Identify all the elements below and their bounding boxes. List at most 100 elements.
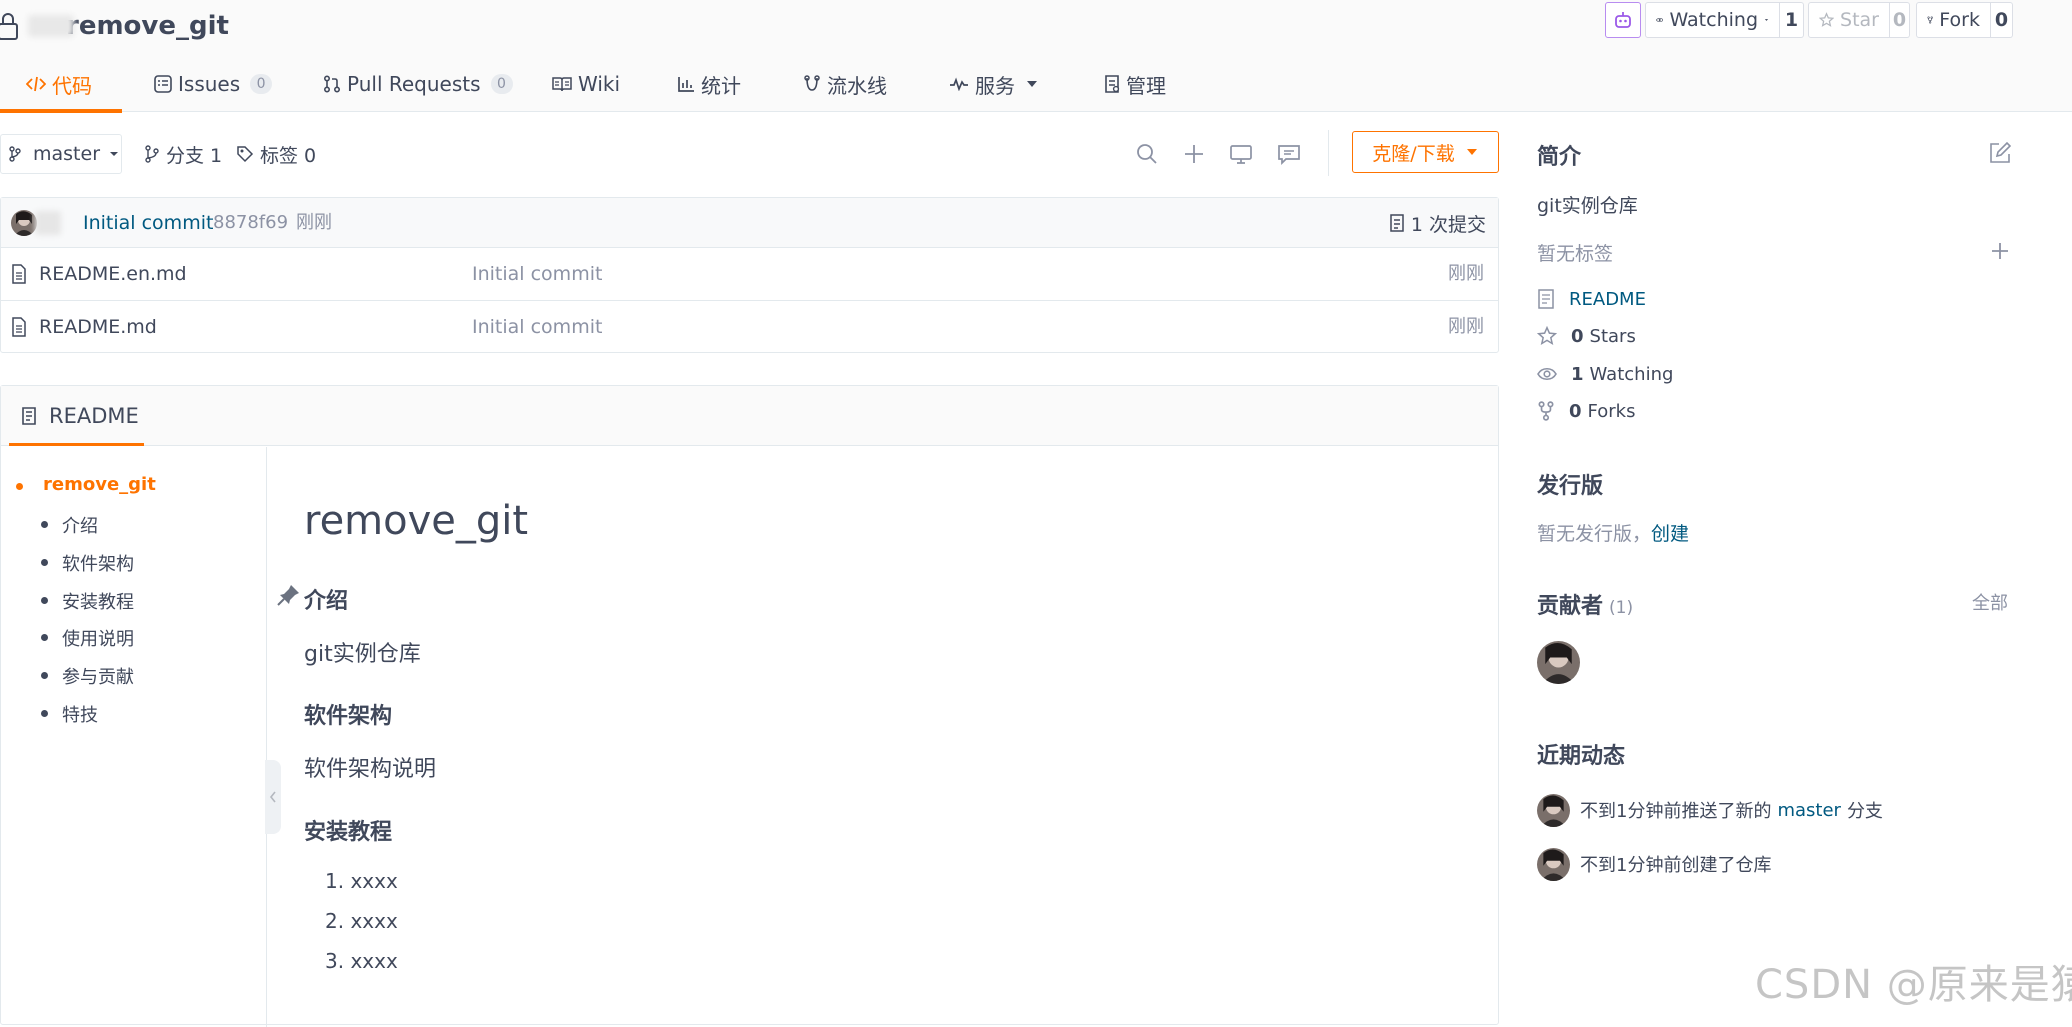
comment-icon[interactable] xyxy=(1276,141,1302,167)
chevron-down-icon xyxy=(1764,19,1769,21)
file-row[interactable]: README.md Initial commit 刚刚 xyxy=(1,300,1498,352)
sidebar-stars[interactable]: 0 Stars xyxy=(1537,321,1636,351)
toc-item-architecture[interactable]: 软件架构 xyxy=(62,550,134,576)
readme-header: README xyxy=(1,386,1498,446)
recent-activity-title: 近期动态 xyxy=(1537,744,1626,769)
anchor-pin-icon[interactable] xyxy=(277,584,301,606)
tab-issues[interactable]: Issues 0 xyxy=(154,56,273,112)
contributor-avatar[interactable] xyxy=(1537,641,1580,684)
commit-hash[interactable]: 8878f69 xyxy=(213,198,288,248)
tab-pipeline[interactable]: 流水线 xyxy=(803,56,887,112)
tab-pipeline-label: 流水线 xyxy=(827,73,887,98)
toc-item-remove-git[interactable]: remove_git xyxy=(43,474,156,495)
file-row[interactable]: README.en.md Initial commit 刚刚 xyxy=(1,248,1498,300)
pipeline-icon xyxy=(804,75,820,91)
tab-manage-label: 管理 xyxy=(1126,73,1166,98)
toc-bullet xyxy=(16,483,23,490)
tags-label: 标签 0 xyxy=(260,144,317,167)
repo-name[interactable]: remove_git xyxy=(66,11,229,41)
star-button[interactable]: Star xyxy=(1808,2,1890,38)
branches-link[interactable]: 分支 1 xyxy=(144,134,222,174)
chevron-down-icon xyxy=(110,152,119,156)
stars-label: Stars xyxy=(1589,325,1636,347)
repo-header: remove_git Watching 1 Star 0 Fork 0 代码 I… xyxy=(0,0,2072,113)
tab-code[interactable]: 代码 xyxy=(26,56,92,112)
file-name-link[interactable]: README.en.md xyxy=(39,248,187,300)
readme-tab[interactable]: README xyxy=(9,386,144,446)
avatar[interactable] xyxy=(1537,793,1570,827)
gitee-bot-button[interactable] xyxy=(1605,2,1641,38)
toc-item-usage[interactable]: 使用说明 xyxy=(62,625,134,651)
activity-item: 不到1分钟前创建了仓库 xyxy=(1537,847,1771,881)
readme-link-label: README xyxy=(1569,288,1646,310)
web-ide-icon[interactable] xyxy=(1228,141,1254,167)
commit-count-link[interactable]: 1 次提交 xyxy=(1389,198,1486,248)
readme-heading-intro: 介绍 xyxy=(304,589,349,614)
sidebar-watching[interactable]: 1 Watching xyxy=(1537,359,1673,389)
tab-stats[interactable]: 统计 xyxy=(677,56,741,112)
branch-select[interactable]: master xyxy=(0,134,122,174)
eye-icon xyxy=(1656,17,1664,23)
edit-icon[interactable] xyxy=(1989,142,2011,164)
tab-manage[interactable]: 管理 xyxy=(1104,56,1166,112)
tab-pull-requests[interactable]: Pull Requests 0 xyxy=(323,56,513,112)
add-file-icon[interactable] xyxy=(1181,141,1207,167)
tag-icon xyxy=(237,146,254,163)
readme-title: remove_git xyxy=(304,498,529,544)
eye-icon xyxy=(1537,367,1557,381)
author-name-blurred xyxy=(35,211,61,235)
toc-item-contribute[interactable]: 参与贡献 xyxy=(62,663,134,689)
watching-count: 1 xyxy=(1571,363,1584,385)
star-action: Star 0 xyxy=(1808,2,1910,38)
readme-install-step: 1. xxxx xyxy=(325,869,398,893)
current-branch: master xyxy=(33,143,101,165)
toc-bullet xyxy=(41,710,48,717)
activity-branch-link[interactable]: master xyxy=(1777,800,1840,821)
toc-collapse-handle[interactable] xyxy=(265,760,281,834)
fork-count[interactable]: 0 xyxy=(1991,2,2013,38)
issues-count-badge: 0 xyxy=(250,74,273,94)
toc-item-features[interactable]: 特技 xyxy=(62,701,98,727)
watch-button[interactable]: Watching xyxy=(1645,2,1780,38)
watch-count[interactable]: 1 xyxy=(1780,2,1804,38)
toc-item-install[interactable]: 安装教程 xyxy=(62,588,134,614)
sidebar-forks[interactable]: 0 Forks xyxy=(1537,396,1635,426)
readme-architecture-text: 软件架构说明 xyxy=(304,757,437,782)
readme-heading-install: 安装教程 xyxy=(304,820,393,845)
toolbar-divider xyxy=(1328,130,1329,176)
all-contributors-link[interactable]: 全部 xyxy=(1972,589,2008,615)
watch-action: Watching 1 xyxy=(1645,2,1804,38)
readme-panel: README xyxy=(0,385,1499,1027)
star-icon xyxy=(1537,326,1557,346)
add-tag-icon[interactable] xyxy=(1989,240,2011,262)
sidebar-readme-link[interactable]: README xyxy=(1537,284,1646,314)
create-release-link[interactable]: 创建 xyxy=(1651,523,1689,545)
clone-download-button[interactable]: 克隆/下载 xyxy=(1352,131,1499,173)
toc-item-intro[interactable]: 介绍 xyxy=(62,512,98,538)
star-count[interactable]: 0 xyxy=(1890,2,1910,38)
tags-link[interactable]: 标签 0 xyxy=(236,134,316,174)
tab-services[interactable]: 服务 xyxy=(949,56,1039,112)
sidebar-intro-title: 简介 xyxy=(1537,145,1582,170)
commits-icon xyxy=(1390,214,1404,232)
tab-wiki-label: Wiki xyxy=(578,72,621,96)
tab-wiki[interactable]: Wiki xyxy=(552,56,620,112)
fork-button[interactable]: Fork xyxy=(1916,2,1991,38)
file-icon xyxy=(12,317,26,337)
search-icon[interactable] xyxy=(1134,141,1160,167)
no-tags-text: 暂无标签 xyxy=(1537,243,1614,265)
clone-download-label: 克隆/下载 xyxy=(1372,142,1455,165)
avatar[interactable] xyxy=(1537,847,1570,881)
readme-tab-indicator xyxy=(9,443,144,446)
file-commit-message[interactable]: Initial commit xyxy=(472,248,602,300)
toc-bullet xyxy=(41,672,48,679)
toc-bullet xyxy=(41,634,48,641)
commit-message-link[interactable]: Initial commit xyxy=(83,198,213,248)
branch-icon xyxy=(145,145,159,163)
file-name-link[interactable]: README.md xyxy=(39,301,157,353)
repo-tabs: 代码 Issues 0 Pull Requests 0 Wiki 统计 流水线 xyxy=(0,56,1300,113)
code-icon xyxy=(26,76,46,92)
avatar[interactable] xyxy=(11,210,37,236)
file-commit-message[interactable]: Initial commit xyxy=(472,301,602,353)
file-time: 刚刚 xyxy=(1448,263,1484,284)
